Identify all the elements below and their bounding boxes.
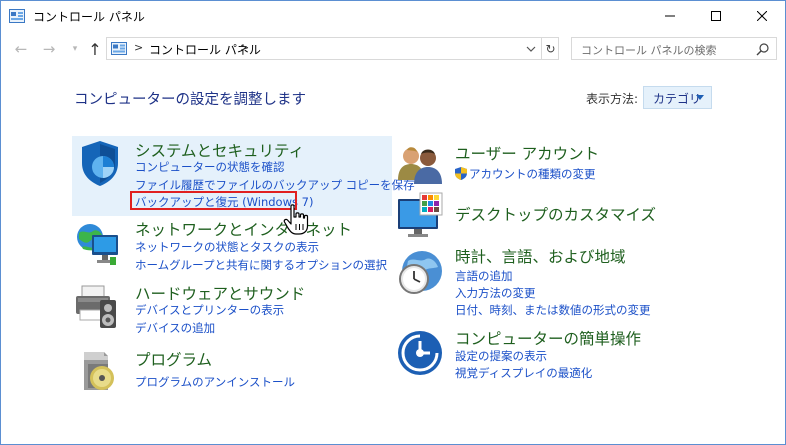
printer-speaker-icon (76, 285, 116, 328)
user-accounts-icon (398, 147, 442, 184)
link-devices-printers[interactable]: デバイスとプリンターの表示 (135, 302, 284, 318)
forward-button[interactable]: → (39, 39, 59, 59)
network-globe-icon (77, 224, 118, 265)
link-optimize-visual-display[interactable]: 視覚ディスプレイの最適化 (455, 365, 592, 381)
category-network-internet[interactable]: ネットワークとインターネット (135, 218, 352, 240)
maximize-button[interactable] (693, 1, 739, 31)
category-appearance[interactable]: デスクトップのカスタマイズ (455, 203, 656, 225)
breadcrumb-separator[interactable]: > (240, 41, 249, 54)
category-programs[interactable]: プログラム (135, 348, 212, 370)
shield-icon (82, 141, 118, 186)
recent-locations-button[interactable]: ▾ (65, 39, 85, 59)
search-icon[interactable] (756, 42, 770, 56)
caret-down-icon (696, 95, 704, 100)
hand-cursor-icon (283, 204, 309, 235)
view-by-value: カテゴリ (653, 92, 702, 106)
desktop-customize-icon (398, 192, 443, 237)
link-homegroup-sharing[interactable]: ホームグループと共有に関するオプションの選択 (135, 257, 387, 273)
view-by-label: 表示方法: (586, 92, 639, 106)
programs-disc-icon (84, 352, 114, 390)
arrow-up-icon: ↑ (88, 39, 102, 59)
arrow-left-icon: ← (14, 40, 28, 58)
chevron-down-icon: ▾ (72, 44, 78, 54)
highlight-annotation-box (130, 191, 297, 210)
category-hardware-sound[interactable]: ハードウェアとサウンド (135, 282, 305, 304)
link-uninstall-program[interactable]: プログラムのアンインストール (135, 374, 295, 390)
refresh-button[interactable]: ↻ (541, 38, 559, 59)
clock-globe-icon (399, 251, 442, 294)
maximize-icon (711, 11, 721, 21)
search-input[interactable]: コントロール パネルの検索 (581, 42, 717, 58)
back-button[interactable]: ← (11, 39, 31, 59)
uac-shield-icon (455, 167, 467, 180)
link-change-account-type-label: アカウントの種類の変更 (469, 167, 596, 181)
link-add-language[interactable]: 言語の追加 (455, 268, 513, 284)
link-change-date-time-number-formats[interactable]: 日付、時刻、または数値の形式の変更 (455, 302, 651, 318)
link-network-status-tasks[interactable]: ネットワークの状態とタスクの表示 (135, 239, 319, 255)
chevron-down-icon[interactable] (525, 43, 537, 55)
link-change-input-methods[interactable]: 入力方法の変更 (455, 285, 536, 301)
category-user-accounts[interactable]: ユーザー アカウント (455, 142, 599, 164)
minimize-icon (665, 15, 675, 17)
view-by-dropdown[interactable]: カテゴリ (643, 86, 712, 109)
address-bar[interactable]: > コントロール パネル > ↻ (106, 37, 559, 60)
link-add-device[interactable]: デバイスの追加 (135, 320, 215, 336)
link-change-account-type[interactable]: アカウントの種類の変更 (455, 166, 596, 182)
arrow-right-icon: → (42, 40, 56, 58)
refresh-icon: ↻ (545, 41, 556, 56)
title-bar[interactable]: コントロール パネル (1, 1, 785, 31)
close-icon (757, 11, 767, 21)
category-system-security[interactable]: システムとセキュリティ (135, 139, 304, 161)
control-panel-icon (111, 42, 127, 55)
category-ease-of-access[interactable]: コンピューターの簡単操作 (455, 327, 641, 349)
link-let-windows-suggest-settings[interactable]: 設定の提案の表示 (455, 348, 547, 364)
ease-of-access-icon (398, 331, 442, 375)
breadcrumb-separator[interactable]: > (134, 41, 143, 54)
page-heading: コンピューターの設定を調整します (74, 92, 306, 108)
link-review-computer-status[interactable]: コンピューターの状態を確認 (135, 159, 285, 175)
close-button[interactable] (739, 1, 785, 31)
search-box[interactable]: コントロール パネルの検索 (571, 37, 777, 60)
minimize-button[interactable] (647, 1, 693, 31)
control-panel-icon (9, 9, 25, 23)
window-title: コントロール パネル (33, 10, 145, 24)
control-panel-window: コントロール パネル ← → ▾ ↑ > コントロール パネル > ↻ コントロ… (0, 0, 786, 445)
category-clock-language-region[interactable]: 時計、言語、および地域 (455, 245, 626, 267)
up-button[interactable]: ↑ (85, 39, 105, 59)
